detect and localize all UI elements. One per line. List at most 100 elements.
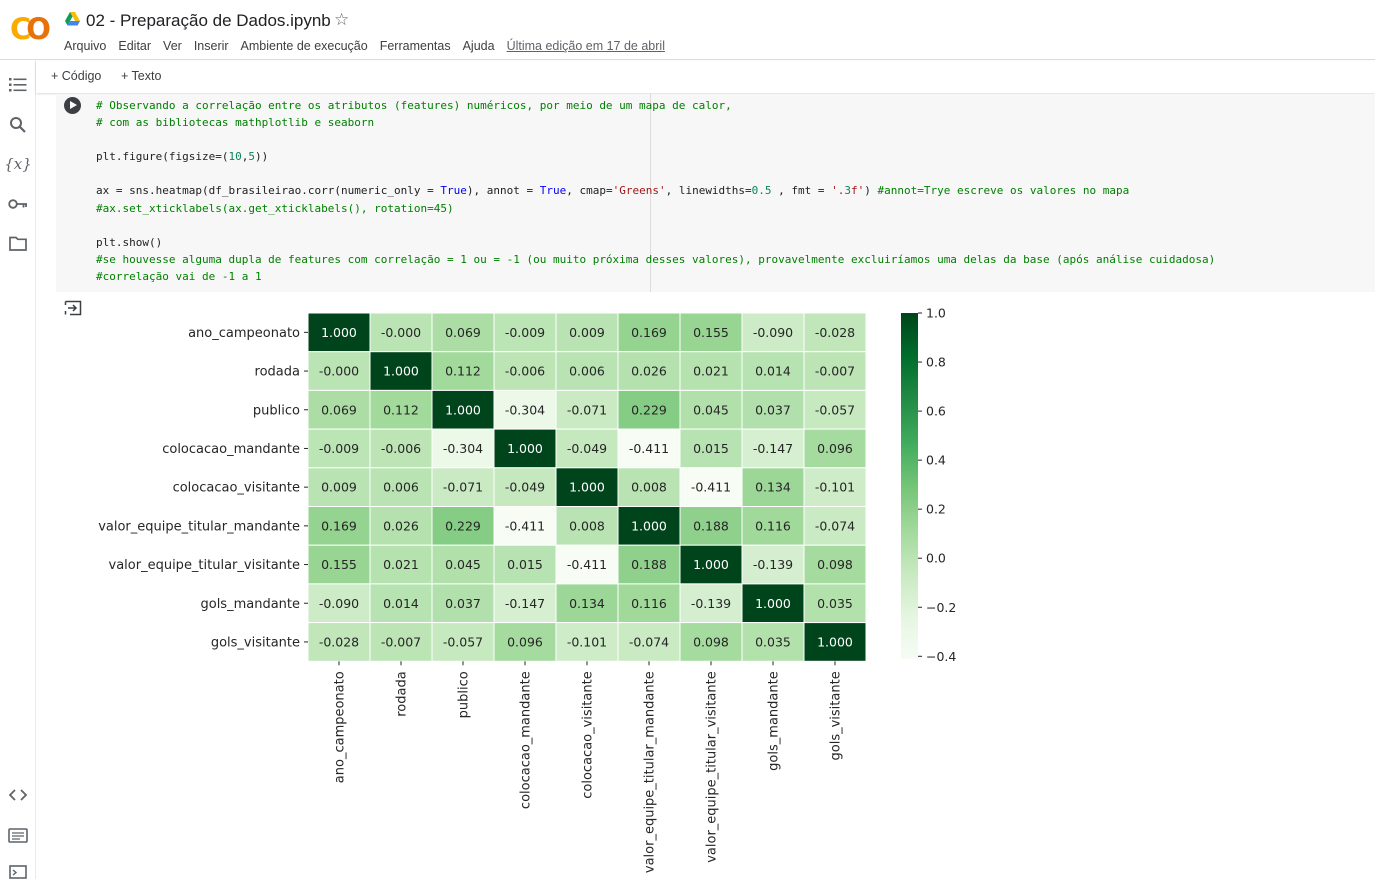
notebook-header: CO 02 - Preparação de Dados.ipynb ☆ Arqu…	[0, 0, 1375, 60]
heatmap-cell	[369, 312, 433, 353]
heatmap-cell	[431, 351, 495, 391]
run-cell-button[interactable]	[64, 97, 81, 114]
heatmap-value-label: 0.188	[631, 557, 667, 572]
heatmap-cell	[803, 583, 867, 624]
menu-bar: Arquivo Editar Ver Inserir Ambiente de e…	[64, 37, 677, 55]
menu-ambiente[interactable]: Ambiente de execução	[241, 37, 368, 55]
colorbar-tick-label: 0.4	[926, 453, 946, 468]
heatmap-cell	[617, 544, 681, 585]
terminal-icon[interactable]	[7, 861, 29, 879]
menu-ver[interactable]: Ver	[163, 37, 182, 55]
heatmap-cell	[803, 312, 867, 353]
search-icon[interactable]	[7, 114, 29, 136]
code-line: #ax.set_xticklabels(ax.get_xticklabels()…	[96, 201, 454, 215]
last-edit-link[interactable]: Última edição em 17 de abril	[507, 37, 665, 55]
output-actions-icon[interactable]	[64, 300, 82, 316]
menu-inserir[interactable]: Inserir	[194, 37, 229, 55]
heatmap-value-label: -0.028	[319, 634, 359, 649]
heatmap-value-label: -0.090	[319, 596, 359, 611]
y-tick-label: colocacao_mandante	[162, 442, 300, 457]
x-tick-label: gols_mandante	[767, 671, 782, 771]
heatmap-value-label: -0.304	[443, 441, 483, 456]
heatmap-cell	[803, 544, 867, 585]
heatmap-value-label: 0.155	[321, 557, 357, 572]
x-tick-label: rodada	[395, 671, 410, 716]
x-tick-label: valor_equipe_titular_visitante	[705, 671, 720, 862]
y-tick-label: ano_campeonato	[188, 326, 300, 341]
heatmap-value-label: 0.037	[445, 596, 481, 611]
heatmap-cell	[741, 506, 805, 546]
heatmap-cell	[803, 622, 867, 662]
heatmap-value-label: 0.116	[755, 518, 791, 533]
colab-logo[interactable]: CO	[10, 12, 54, 46]
folder-icon[interactable]	[7, 232, 29, 254]
colorbar-tick-label: 0.6	[926, 404, 946, 419]
heatmap-value-label: 0.098	[693, 634, 729, 649]
heatmap-value-label: 0.112	[383, 402, 419, 417]
add-text-cell-button[interactable]: + Texto	[121, 68, 161, 84]
heatmap-cell	[369, 622, 433, 662]
heatmap-value-label: 0.134	[569, 596, 605, 611]
add-code-cell-button[interactable]: + Código	[51, 68, 101, 84]
heatmap-value-label: -0.006	[505, 364, 545, 379]
menu-ferramentas[interactable]: Ferramentas	[380, 37, 451, 55]
heatmap-cell	[679, 312, 743, 353]
colorbar-tick-label: 0.8	[926, 355, 946, 370]
command-palette-icon[interactable]	[7, 824, 29, 846]
heatmap-cell	[555, 312, 619, 353]
code-editor[interactable]: # Observando a correlação entre os atrib…	[96, 97, 1215, 285]
heatmap-cell	[679, 389, 743, 430]
heatmap-cell	[369, 544, 433, 585]
notebook-title[interactable]: 02 - Preparação de Dados.ipynb	[86, 10, 331, 32]
table-of-contents-icon[interactable]	[7, 74, 29, 96]
code-cell[interactable]: # Observando a correlação entre os atrib…	[56, 94, 1375, 292]
menu-arquivo[interactable]: Arquivo	[64, 37, 106, 55]
heatmap-value-label: 0.009	[569, 325, 605, 340]
heatmap-cell	[431, 467, 495, 507]
heatmap-cell	[431, 544, 495, 585]
heatmap-value-label: 0.014	[383, 596, 419, 611]
y-tick-label: valor_equipe_titular_visitante	[109, 558, 300, 573]
x-tick-label: colocacao_mandante	[519, 671, 534, 809]
heatmap-cell	[555, 506, 619, 546]
y-tick-label: rodada	[255, 365, 300, 380]
heatmap-cell	[679, 506, 743, 546]
code-line: # Observando a correlação entre os atrib…	[96, 99, 732, 112]
heatmap-value-label: -0.000	[319, 364, 359, 379]
heatmap-value-label: 0.006	[569, 364, 605, 379]
variables-icon[interactable]: {x}	[4, 153, 32, 175]
star-icon[interactable]: ☆	[334, 9, 349, 31]
heatmap-cell	[307, 467, 371, 507]
heatmap-value-label: -0.000	[381, 325, 421, 340]
colorbar-tick-label: 0.0	[926, 551, 946, 566]
key-icon[interactable]	[7, 193, 29, 215]
heatmap-value-label: -0.101	[567, 634, 607, 649]
code-line: #correlação vai de -1 a 1	[96, 269, 262, 283]
heatmap-cell	[555, 467, 619, 507]
heatmap-cell	[307, 544, 371, 585]
code-snippets-icon[interactable]	[7, 784, 29, 806]
heatmap-value-label: 0.188	[693, 518, 729, 533]
heatmap-cell	[493, 506, 557, 546]
heatmap-cell	[741, 583, 805, 624]
heatmap-value-label: 0.026	[631, 364, 667, 379]
heatmap-value-label: -0.411	[567, 557, 607, 572]
heatmap-value-label: 0.229	[445, 518, 481, 533]
heatmap-value-label: -0.057	[443, 634, 483, 649]
code-line: # com as bibliotecas mathplotlib e seabo…	[96, 116, 375, 130]
menu-editar[interactable]: Editar	[118, 37, 151, 55]
heatmap-cell	[803, 428, 867, 469]
heatmap-cell	[493, 583, 557, 624]
colorbar	[901, 313, 918, 659]
cell-toolbar: + Código + Texto	[36, 61, 1375, 93]
menu-ajuda[interactable]: Ajuda	[463, 37, 495, 55]
x-tick-label: valor_equipe_titular_mandante	[643, 671, 658, 873]
heatmap-value-label: -0.009	[319, 441, 359, 456]
heatmap-value-label: 0.045	[693, 402, 729, 417]
y-tick-label: colocacao_visitante	[173, 481, 300, 496]
heatmap-value-label: -0.057	[815, 402, 855, 417]
heatmap-cell	[555, 389, 619, 430]
code-line: plt.figure(figsize=(10,5))	[96, 150, 269, 164]
heatmap-value-label: 0.035	[817, 596, 853, 611]
heatmap-value-label: 0.069	[321, 402, 357, 417]
